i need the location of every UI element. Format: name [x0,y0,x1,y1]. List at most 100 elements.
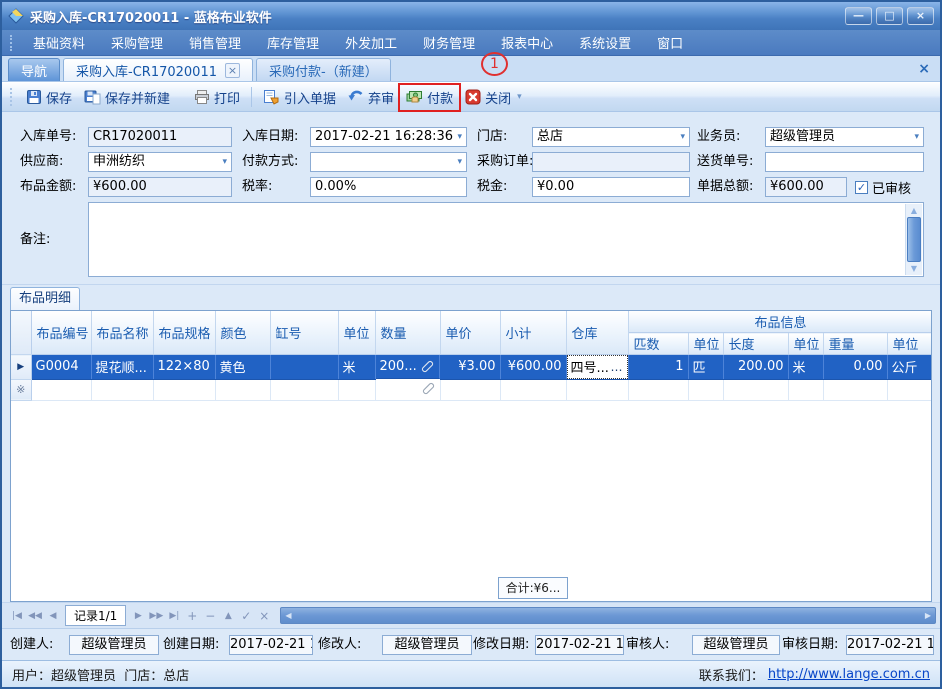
col-header-fabric-name[interactable]: 布品名称 [91,311,153,355]
pay-method-combo[interactable]: ▾ [310,152,467,172]
col-header-fabric-spec[interactable]: 布品规格 [153,311,215,355]
cell-weight[interactable]: 0.00 [823,355,887,380]
tabbar-close-icon[interactable]: × [918,61,930,77]
dropdown-arrow-icon[interactable]: ▾ [222,153,227,171]
cell-weight-unit[interactable]: 公斤 [887,355,932,380]
new-row-indicator[interactable]: ※ [11,379,31,400]
chevron-down-icon[interactable]: ▾ [517,92,522,102]
supplier-combo[interactable]: 申洲纺织▾ [88,152,232,172]
current-row-indicator[interactable]: ▶ [11,355,31,380]
tab-purchase-payment[interactable]: 采购付款-（新建） [256,58,391,81]
remark-textarea[interactable]: ▲ ▼ [88,202,924,277]
scroll-up-icon[interactable]: ▲ [906,204,922,217]
maximize-button[interactable]: □ [876,7,903,25]
cell-quantity[interactable]: 200... [376,355,441,379]
menu-item-settings[interactable]: 系统设置 [566,29,644,56]
import-document-button[interactable]: 引入单据 [257,85,342,110]
store-combo[interactable]: 总店▾ [532,127,690,147]
tax-rate-field[interactable]: 0.00% [310,177,467,197]
table-cell-empty[interactable] [215,379,270,400]
website-link[interactable]: http://www.lange.com.cn [768,667,930,682]
col-header-unit-price[interactable]: 单价 [440,311,500,355]
col-header-rolls[interactable]: 匹数 [628,333,688,355]
col-header-unit[interactable]: 单位 [338,311,375,355]
menu-item-basic-data[interactable]: 基础资料 [20,29,98,56]
tab-close-icon[interactable]: × [225,63,240,78]
cell-fabric-code[interactable]: G0004 [31,355,91,380]
cell-warehouse[interactable]: 四号... … [566,355,628,380]
nav-delete-button[interactable]: − [202,609,218,623]
menu-item-inventory[interactable]: 库存管理 [254,29,332,56]
menu-item-window[interactable]: 窗口 [644,29,696,56]
col-header-weight-unit[interactable]: 单位 [887,333,932,355]
cell-fabric-spec[interactable]: 122×80 [153,355,215,380]
col-header-length[interactable]: 长度 [723,333,788,355]
salesman-combo[interactable]: 超级管理员▾ [765,127,924,147]
scrollbar-thumb[interactable] [295,608,920,623]
col-header-color[interactable]: 颜色 [215,311,270,355]
pay-button[interactable]: 付款 [400,85,459,110]
table-cell-empty[interactable] [887,379,932,400]
menu-item-finance[interactable]: 财务管理 [410,29,488,56]
table-cell-empty[interactable] [788,379,823,400]
cell-unit-price[interactable]: ¥3.00 [440,355,500,380]
table-cell-empty[interactable] [375,379,440,400]
table-cell-empty[interactable] [628,379,688,400]
dropdown-arrow-icon[interactable]: ▾ [914,128,919,146]
warehouse-editor[interactable]: 四号... … [567,355,628,379]
menu-item-outsourcing[interactable]: 外发加工 [332,29,410,56]
col-header-weight[interactable]: 重量 [823,333,887,355]
col-header-quantity[interactable]: 数量 [375,311,440,355]
nav-prev-button[interactable]: ◀ [45,609,61,623]
close-tab-button[interactable]: 关闭 ▾ [459,85,528,110]
save-and-new-button[interactable]: 保存并新建 [78,85,176,110]
close-button[interactable]: × [907,7,934,25]
nav-post-button[interactable]: ✓ [238,609,254,623]
cell-color[interactable]: 黄色 [215,355,270,380]
nav-insert-button[interactable]: + [184,609,200,623]
col-header-rolls-unit[interactable]: 单位 [688,333,723,355]
table-cell-empty[interactable] [440,379,500,400]
save-button[interactable]: 保存 [20,85,78,110]
nav-edit-button[interactable]: ▲ [220,609,236,623]
nav-next-button[interactable]: ▶ [130,609,146,623]
nav-cancel-button[interactable]: × [256,609,272,623]
approved-checkbox[interactable]: ✓ 已审核 [855,177,911,197]
table-cell-empty[interactable] [153,379,215,400]
scrollbar-thumb[interactable] [907,217,921,262]
nav-prev-page-button[interactable]: ◀◀ [27,609,43,623]
col-header-subtotal[interactable]: 小计 [500,311,566,355]
nav-first-button[interactable]: |◀ [9,609,25,623]
table-cell-empty[interactable] [270,379,338,400]
scroll-right-icon[interactable]: ▶ [921,611,935,620]
cell-rolls-unit[interactable]: 匹 [688,355,723,380]
menu-item-reports[interactable]: 报表中心 [488,29,566,56]
table-cell-empty[interactable] [566,379,628,400]
cell-length-unit[interactable]: 米 [788,355,823,380]
dropdown-arrow-icon[interactable]: ▾ [457,128,462,146]
table-new-row[interactable]: ※ [11,379,932,400]
cell-length[interactable]: 200.00 [723,355,788,380]
cell-rolls[interactable]: 1 [628,355,688,380]
dropdown-arrow-icon[interactable]: ▾ [680,128,685,146]
nav-last-button[interactable]: ▶| [166,609,182,623]
table-cell-empty[interactable] [338,379,375,400]
scroll-left-icon[interactable]: ◀ [281,611,295,620]
horizontal-scrollbar[interactable]: ◀ ▶ [280,607,936,624]
col-header-length-unit[interactable]: 单位 [788,333,823,355]
scroll-down-icon[interactable]: ▼ [906,262,922,275]
print-button[interactable]: 打印 [188,85,246,110]
table-cell-empty[interactable] [500,379,566,400]
col-header-warehouse[interactable]: 仓库 [566,311,628,355]
tab-purchase-inbound[interactable]: 采购入库-CR17020011 × [63,58,253,81]
cell-fabric-name[interactable]: 提花顺... [91,355,153,380]
table-cell-empty[interactable] [91,379,153,400]
table-cell-empty[interactable] [688,379,723,400]
tab-navigation[interactable]: 导航 [8,58,60,81]
table-cell-empty[interactable] [31,379,91,400]
tab-fabric-detail[interactable]: 布品明细 [10,287,80,310]
table-cell-empty[interactable] [823,379,887,400]
table-row-selected[interactable]: ▶ G0004 提花顺... 122×80 黄色 米 200... [11,355,932,380]
table-cell-empty[interactable] [723,379,788,400]
menu-item-purchase[interactable]: 采购管理 [98,29,176,56]
